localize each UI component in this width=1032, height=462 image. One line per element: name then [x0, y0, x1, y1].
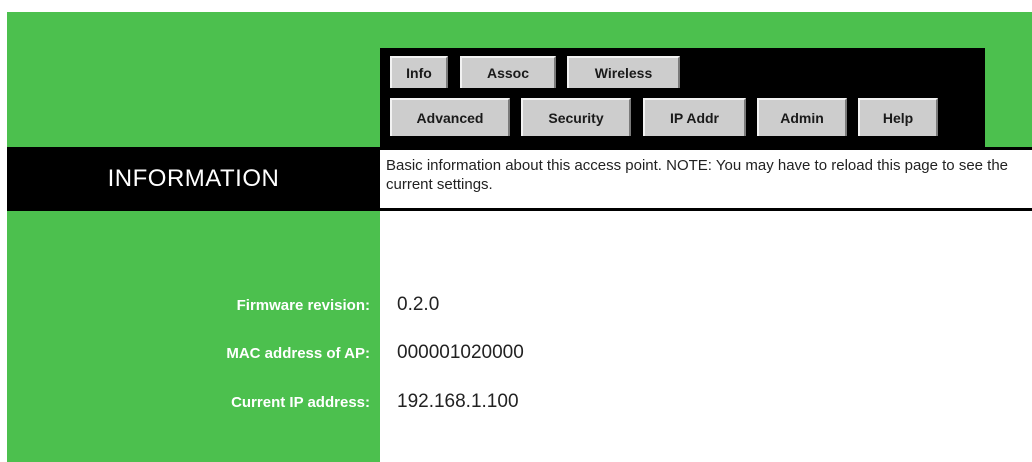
labels-panel: Firmware revision: MAC address of AP: Cu…	[7, 211, 380, 462]
page-description: Basic information about this access poin…	[380, 147, 1032, 211]
firmware-revision-label: Firmware revision:	[236, 297, 370, 314]
tab-label: Assoc	[486, 65, 530, 81]
firmware-revision-value: 0.2.0	[397, 294, 440, 315]
ap-config-page: Info Assoc Wireless Advanced Security IP…	[7, 12, 1032, 462]
tab-label: Wireless	[594, 65, 653, 81]
tab-label: Admin	[780, 110, 824, 126]
tab-label: Info	[406, 65, 432, 81]
current-ip-label: Current IP address:	[231, 394, 370, 411]
tab-help[interactable]: Help	[858, 98, 938, 136]
tab-ip-addr[interactable]: IP Addr	[643, 98, 746, 136]
tab-assoc[interactable]: Assoc	[460, 56, 556, 88]
tab-info[interactable]: Info	[390, 56, 448, 88]
title-bar: INFORMATION	[7, 147, 380, 211]
tab-label: IP Addr	[669, 110, 719, 126]
values-panel: 0.2.0 000001020000 192.168.1.100	[380, 211, 1032, 462]
page-title: INFORMATION	[107, 165, 280, 192]
tab-panel: Info Assoc Wireless Advanced Security IP…	[380, 48, 985, 147]
tab-wireless[interactable]: Wireless	[567, 56, 680, 88]
tab-admin[interactable]: Admin	[757, 98, 847, 136]
tab-label: Security	[548, 110, 604, 126]
tab-label: Advanced	[416, 110, 484, 126]
tab-advanced[interactable]: Advanced	[390, 98, 510, 136]
mac-address-label: MAC address of AP:	[226, 345, 370, 362]
mac-address-value: 000001020000	[397, 342, 524, 363]
tab-label: Help	[882, 110, 914, 126]
current-ip-value: 192.168.1.100	[397, 391, 519, 412]
tab-security[interactable]: Security	[521, 98, 631, 136]
